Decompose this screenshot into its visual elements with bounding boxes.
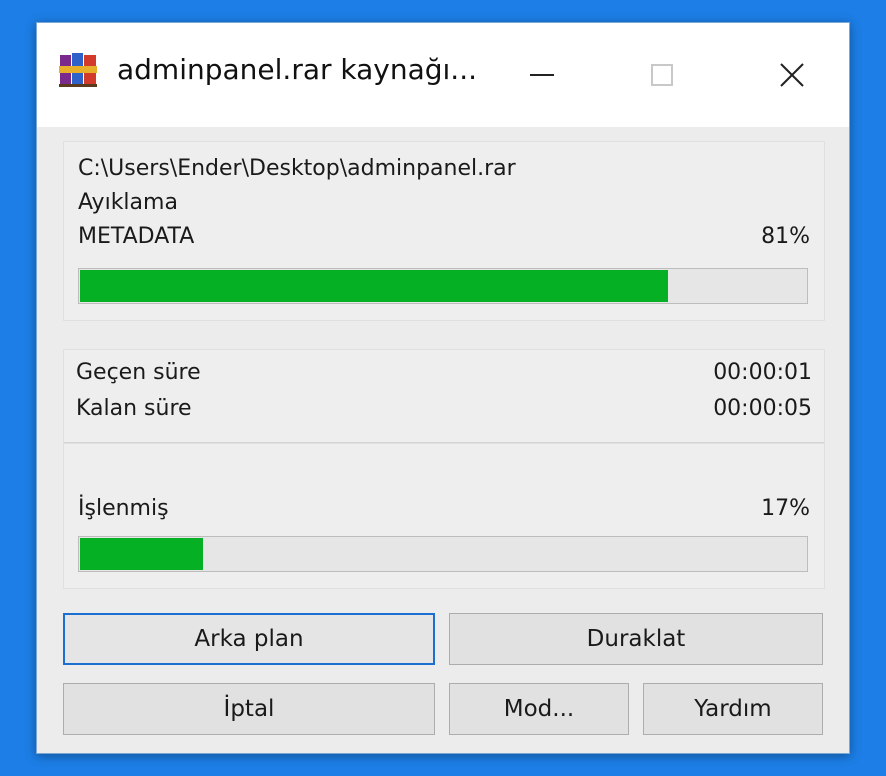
total-percent: 17% — [761, 496, 810, 521]
background-button[interactable]: Arka plan — [63, 613, 435, 665]
total-progress-bar — [78, 536, 808, 572]
remaining-time-label: Kalan süre — [76, 396, 192, 421]
minimize-button[interactable] — [487, 37, 597, 117]
current-file-name: METADATA — [78, 224, 195, 249]
elapsed-time-label: Geçen süre — [76, 360, 201, 385]
mode-button[interactable]: Mod... — [449, 683, 629, 735]
minimize-icon — [528, 61, 556, 93]
file-progress-fill — [80, 270, 668, 302]
timing-group: Geçen süre 00:00:01 Kalan süre 00:00:05 — [63, 349, 825, 444]
elapsed-time-value: 00:00:01 — [713, 360, 812, 385]
close-icon — [778, 61, 806, 93]
file-progress-bar — [78, 268, 808, 304]
total-progress-fill — [80, 538, 203, 570]
close-button[interactable] — [737, 37, 847, 117]
pause-button[interactable]: Duraklat — [449, 613, 823, 665]
file-percent: 81% — [761, 224, 810, 249]
processed-label: İşlenmiş — [78, 496, 169, 521]
cancel-button[interactable]: İptal — [63, 683, 435, 735]
window-title: adminpanel.rar kaynağı... — [117, 53, 478, 86]
remaining-time-value: 00:00:05 — [713, 396, 812, 421]
extraction-dialog: adminpanel.rar kaynağı... C:\Users\Ender… — [36, 22, 850, 754]
winrar-books-icon — [59, 51, 97, 89]
file-progress-group: C:\Users\Ender\Desktop\adminpanel.rar Ay… — [63, 141, 825, 321]
total-progress-group: İşlenmiş 17% — [63, 443, 825, 589]
maximize-icon — [648, 61, 676, 93]
help-button[interactable]: Yardım — [643, 683, 823, 735]
archive-path: C:\Users\Ender\Desktop\adminpanel.rar — [78, 156, 516, 181]
title-bar[interactable]: adminpanel.rar kaynağı... — [37, 23, 849, 127]
maximize-button[interactable] — [607, 37, 717, 117]
operation-label: Ayıklama — [78, 190, 178, 215]
